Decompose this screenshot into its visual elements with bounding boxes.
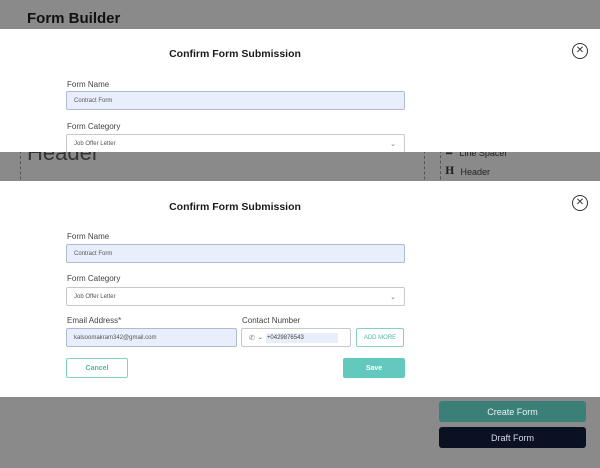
contact-number-input[interactable]: +0429876543 xyxy=(265,332,338,343)
cancel-button[interactable]: Cancel xyxy=(66,358,128,378)
form-name-field[interactable]: Contract Form xyxy=(66,244,405,263)
email-label: Email Address* xyxy=(67,316,122,325)
form-name-label: Form Name xyxy=(67,80,110,89)
contact-number-label: Contact Number xyxy=(242,316,301,325)
sidebar-item-header[interactable]: H Header xyxy=(445,166,490,177)
modal-title: Confirm Form Submission xyxy=(169,48,301,60)
form-category-value: Job Offer Letter xyxy=(74,140,116,147)
chevron-down-icon[interactable]: ⌄ xyxy=(258,334,263,341)
form-category-select[interactable]: Job Offer Letter ⌄ xyxy=(66,134,405,152)
form-category-value: Job Offer Letter xyxy=(74,293,116,300)
form-category-label: Form Category xyxy=(67,122,121,131)
close-modal-button[interactable]: ✕ xyxy=(572,43,588,59)
header-icon: H xyxy=(445,166,455,177)
email-field[interactable]: kalsoomakram342@gmail.com xyxy=(66,328,237,347)
confirm-modal-upper: Confirm Form Submission ✕ Form Name Cont… xyxy=(0,29,600,152)
phone-icon[interactable]: ✆ xyxy=(249,334,255,342)
chevron-down-icon: ⌄ xyxy=(390,293,396,301)
add-more-button[interactable]: ADD MORE xyxy=(356,328,404,347)
chevron-down-icon: ⌄ xyxy=(390,140,396,148)
close-modal-button[interactable]: ✕ xyxy=(572,195,588,211)
close-icon: ✕ xyxy=(575,45,585,56)
page-title: Form Builder xyxy=(27,10,121,27)
form-category-label: Form Category xyxy=(67,274,121,283)
sidebar-item-label: Header xyxy=(460,166,490,177)
form-name-label: Form Name xyxy=(67,232,110,241)
create-form-button[interactable]: Create Form xyxy=(439,401,586,422)
modal-title: Confirm Form Submission xyxy=(169,201,301,213)
close-icon: ✕ xyxy=(575,197,585,208)
draft-form-button[interactable]: Draft Form xyxy=(439,427,586,448)
contact-number-field[interactable]: ✆ ⌄ +0429876543 xyxy=(241,328,351,347)
save-button[interactable]: Save xyxy=(343,358,405,378)
form-name-field[interactable]: Contract Form xyxy=(66,91,405,110)
form-category-select[interactable]: Job Offer Letter ⌄ xyxy=(66,287,405,306)
confirm-modal: Confirm Form Submission ✕ Form Name Cont… xyxy=(0,181,600,397)
